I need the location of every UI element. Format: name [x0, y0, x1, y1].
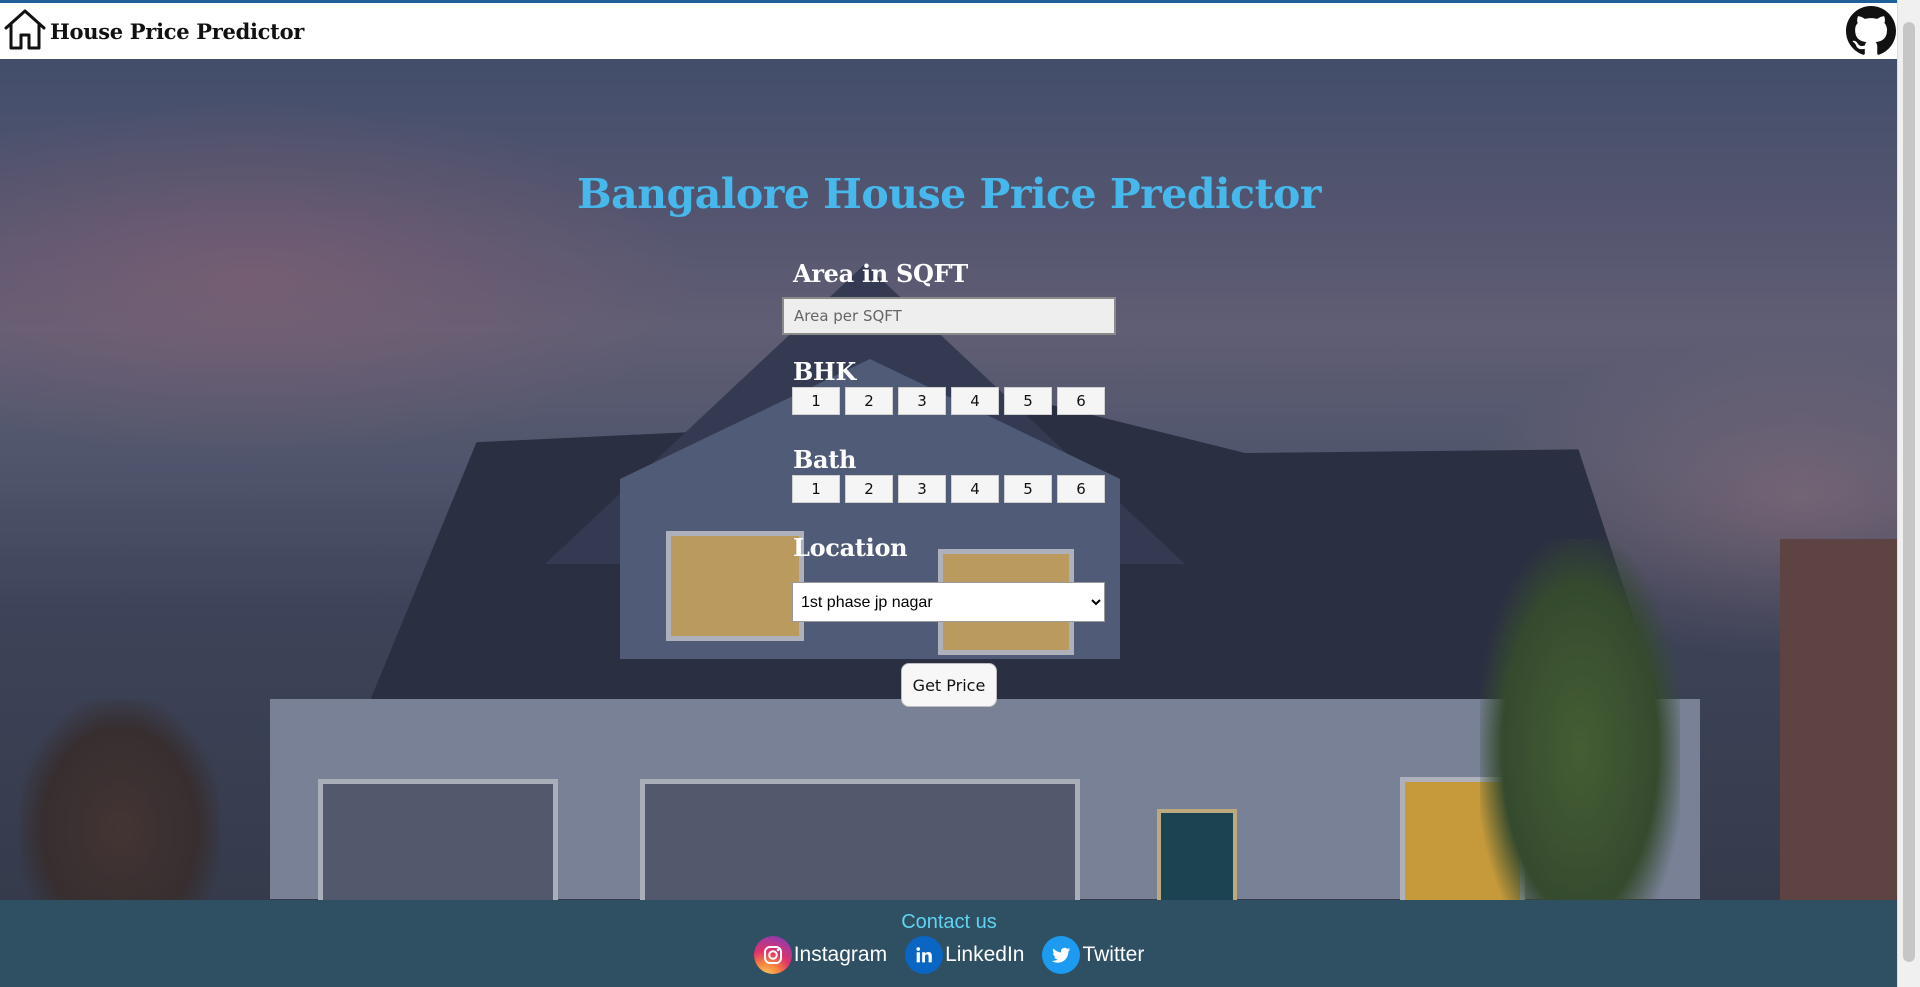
house-outline-icon [2, 6, 48, 56]
page-title: Bangalore House Price Predictor [577, 170, 1321, 218]
bhk-options: 1 2 3 4 5 6 [792, 387, 1110, 415]
get-price-button[interactable]: Get Price [901, 663, 997, 707]
social-links: Instagram LinkedIn Twitter [0, 936, 1898, 974]
bhk-label: BHK [793, 357, 856, 386]
brand-title: House Price Predictor [50, 18, 305, 44]
bhk-option-3[interactable]: 3 [898, 387, 946, 415]
bath-option-1[interactable]: 1 [792, 475, 840, 503]
linkedin-link[interactable]: LinkedIn [905, 936, 1024, 974]
twitter-icon [1042, 936, 1081, 974]
bhk-option-1[interactable]: 1 [792, 387, 840, 415]
area-label: Area in SQFT [793, 259, 968, 288]
bhk-option-2[interactable]: 2 [845, 387, 893, 415]
bath-option-4[interactable]: 4 [951, 475, 999, 503]
scrollbar-thumb[interactable] [1903, 22, 1915, 962]
bath-option-2[interactable]: 2 [845, 475, 893, 503]
bath-label: Bath [793, 445, 857, 474]
brand[interactable]: House Price Predictor [2, 6, 304, 56]
instagram-link[interactable]: Instagram [753, 936, 888, 974]
twitter-label: Twitter [1082, 943, 1145, 966]
bath-option-5[interactable]: 5 [1004, 475, 1052, 503]
github-icon[interactable] [1846, 6, 1896, 56]
instagram-label: Instagram [793, 943, 888, 966]
bhk-option-5[interactable]: 5 [1004, 387, 1052, 415]
linkedin-label: LinkedIn [945, 943, 1025, 966]
bhk-option-6[interactable]: 6 [1057, 387, 1105, 415]
contact-label: Contact us [901, 911, 997, 933]
area-input[interactable] [782, 297, 1116, 335]
navbar: House Price Predictor [0, 3, 1898, 59]
instagram-icon [753, 936, 792, 974]
twitter-link[interactable]: Twitter [1042, 936, 1144, 974]
bhk-option-4[interactable]: 4 [951, 387, 999, 415]
bath-option-6[interactable]: 6 [1057, 475, 1105, 503]
linkedin-icon [905, 936, 944, 974]
scrollbar[interactable] [1897, 0, 1920, 987]
location-select[interactable]: 1st phase jp nagar [792, 582, 1105, 622]
bath-options: 1 2 3 4 5 6 [792, 475, 1110, 503]
location-label: Location [793, 533, 908, 562]
bath-option-3[interactable]: 3 [898, 475, 946, 503]
